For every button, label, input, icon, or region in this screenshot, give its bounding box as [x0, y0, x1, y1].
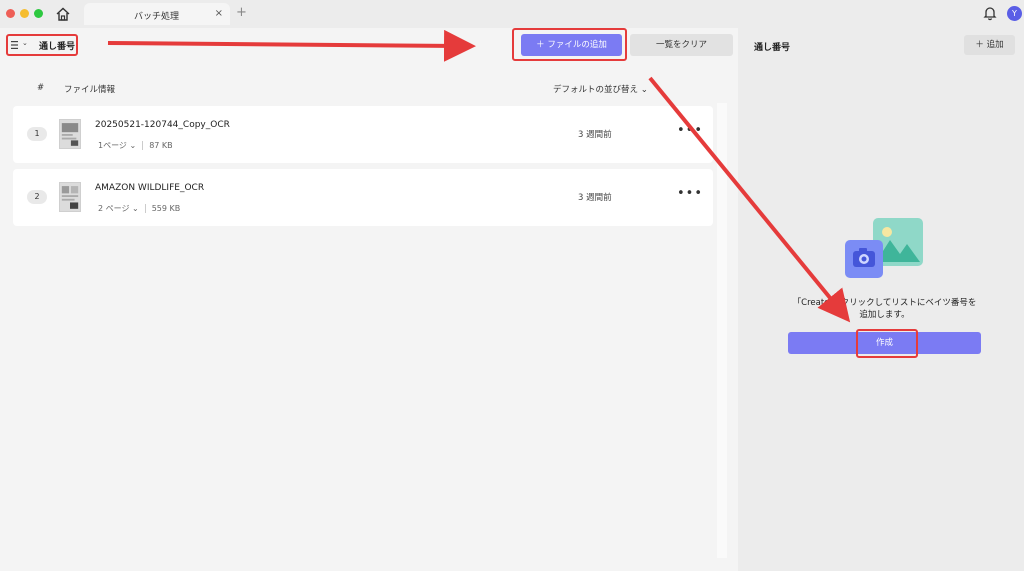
minimize-window-button[interactable]: [20, 9, 29, 18]
create-highlight: [856, 329, 918, 358]
bates-menu-button[interactable]: ⌄ 通し番号: [6, 34, 78, 56]
file-size: 559 KB: [151, 204, 181, 213]
page-count-dropdown[interactable]: 2 ページ ⌄: [98, 204, 139, 213]
more-options-icon[interactable]: •••: [677, 186, 703, 201]
file-time: 3 週間前: [578, 193, 612, 203]
row-number: 1: [27, 127, 47, 141]
menu-label: 通し番号: [39, 42, 76, 52]
meta-divider: [144, 204, 146, 213]
meta-divider: [142, 141, 144, 150]
close-window-button[interactable]: [6, 9, 15, 18]
file-list-panel: ⌄ 通し番号 ＋ ファイルの追加 一覧をクリア # ファイル情報 デフォルトの並…: [0, 28, 738, 571]
avatar[interactable]: Y: [1007, 6, 1022, 21]
clear-list-button[interactable]: 一覧をクリア: [630, 34, 733, 56]
column-header-number: #: [37, 83, 45, 93]
add-file-highlight: ＋ ファイルの追加: [512, 28, 627, 61]
new-tab-button[interactable]: +: [236, 5, 247, 20]
home-icon[interactable]: [55, 6, 71, 22]
tab-batch-processing[interactable]: バッチ処理 ×: [84, 3, 230, 25]
file-row[interactable]: 2 AMAZON WILDLIFE_OCR 2 ページ ⌄ 559 KB 3 週間…: [13, 169, 713, 226]
more-options-icon[interactable]: •••: [677, 123, 703, 138]
file-thumbnail: [59, 182, 81, 212]
row-number: 2: [27, 190, 47, 204]
add-button[interactable]: ＋ 追加: [964, 35, 1015, 55]
panel-title: 通し番号: [754, 43, 791, 53]
file-meta: 2 ページ ⌄ 559 KB: [98, 203, 180, 214]
add-file-button[interactable]: ＋ ファイルの追加: [521, 34, 622, 56]
file-name: 20250521-120744_Copy_OCR: [95, 120, 230, 130]
title-bar: バッチ処理 × + Y: [0, 0, 1024, 28]
file-name: AMAZON WILDLIFE_OCR: [95, 183, 205, 193]
description-line: 追加します。: [859, 310, 910, 320]
column-header-file-info: ファイル情報: [64, 85, 116, 95]
scrollbar[interactable]: [717, 103, 727, 558]
file-thumbnail: [59, 119, 81, 149]
image-placeholder-icon: [845, 218, 923, 278]
file-meta: 1ページ ⌄ 87 KB: [98, 140, 173, 151]
chevron-down-icon: ⌄: [22, 39, 28, 47]
bell-icon[interactable]: [982, 5, 998, 21]
bates-settings-panel: 通し番号 ＋ 追加 「Create」 クリックしてリストにベイツ番号を 追加しま…: [742, 28, 1024, 571]
menu-icon: [11, 41, 18, 49]
page-count-dropdown[interactable]: 1ページ ⌄: [98, 141, 136, 150]
file-size: 87 KB: [149, 141, 173, 150]
empty-state-description: 「Create」 クリックしてリストにベイツ番号を 追加します。: [782, 297, 987, 321]
sort-dropdown[interactable]: デフォルトの並び替え ⌄: [553, 83, 648, 95]
description-line: 「Create」 クリックしてリストにベイツ番号を: [792, 298, 977, 308]
file-row[interactable]: 1 20250521-120744_Copy_OCR 1ページ ⌄ 87 KB 3…: [13, 106, 713, 163]
maximize-window-button[interactable]: [34, 9, 43, 18]
tab-close-icon[interactable]: ×: [215, 8, 223, 19]
file-time: 3 週間前: [578, 130, 612, 140]
tab-label: バッチ処理: [134, 12, 180, 22]
